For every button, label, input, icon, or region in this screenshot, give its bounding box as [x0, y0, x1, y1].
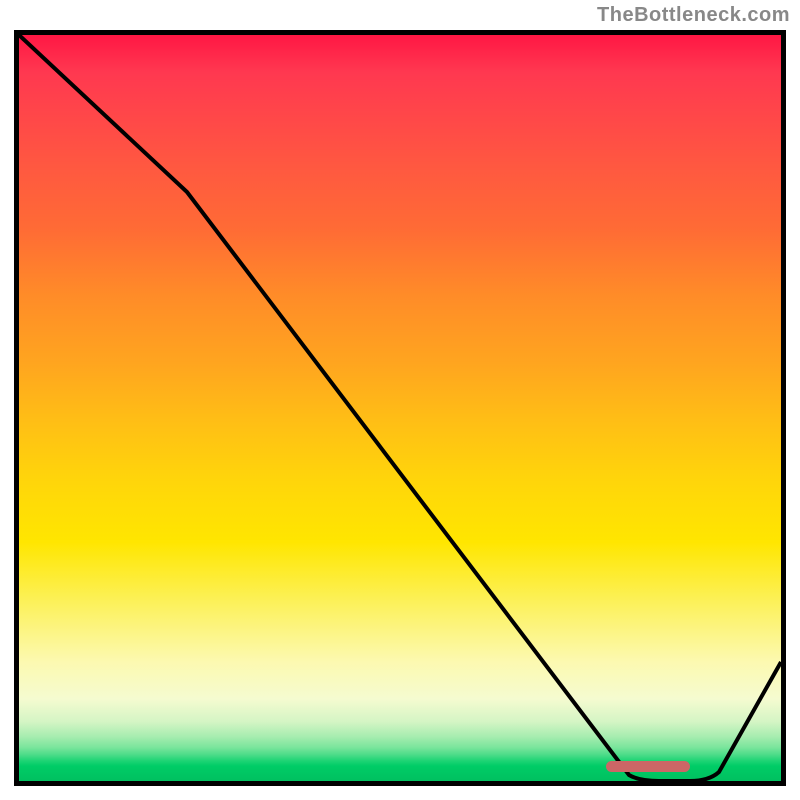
- bottleneck-curve: [19, 35, 781, 781]
- plot-area: [14, 30, 786, 786]
- chart-container: TheBottleneck.com: [0, 0, 800, 800]
- watermark-text: TheBottleneck.com: [597, 4, 790, 27]
- optimal-range-marker: [606, 761, 690, 772]
